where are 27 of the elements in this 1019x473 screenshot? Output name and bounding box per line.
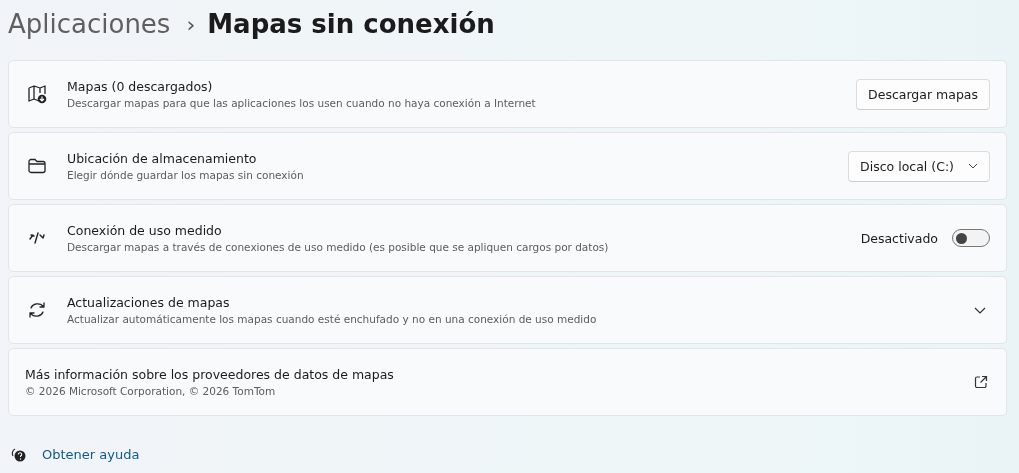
setting-title: Ubicación de almacenamiento bbox=[67, 151, 258, 166]
setting-description: Descargar mapas para que las aplicaciones los usen cuando no haya conexión a Internet bbox=[67, 97, 537, 109]
setting-description: © 2026 Microsoft Corporation, © 2026 TomTom bbox=[25, 385, 277, 397]
toggle-switch[interactable] bbox=[952, 229, 990, 247]
setting-title: Actualizaciones de mapas bbox=[67, 295, 231, 310]
folder-icon bbox=[27, 156, 47, 176]
setting-title: Mapas (0 descargados) bbox=[67, 79, 214, 94]
breadcrumb-separator: › bbox=[186, 11, 196, 37]
external-link-icon[interactable] bbox=[974, 375, 988, 389]
chevron-down-icon[interactable] bbox=[974, 306, 986, 314]
storage-dropdown[interactable]: Disco local (C:) bbox=[848, 150, 990, 182]
settings-card[interactable]: Más información sobre los proveedores de datos de mapas © 2026 Microsoft Corporation, © 2026 TomTom bbox=[8, 348, 1007, 416]
settings-card[interactable]: Actualizaciones de mapas Actualizar automáticamente los mapas cuando esté enchufado y no en una conexión de uso medido bbox=[8, 276, 1007, 344]
setting-title: Más información sobre los proveedores de datos de mapas bbox=[25, 367, 395, 382]
download-button[interactable]: Descargar mapas bbox=[856, 78, 990, 110]
setting-description: Actualizar automáticamente los mapas cuando esté enchufado y no en una conexión de uso medido bbox=[67, 313, 598, 325]
setting-description: Descargar mapas a través de conexiones de uso medido (es posible que se apliquen cargos por datos) bbox=[67, 241, 610, 253]
page-title: Mapas sin conexión bbox=[207, 9, 495, 39]
help-link[interactable]: Obtener ayuda bbox=[42, 446, 140, 462]
help-icon bbox=[10, 446, 26, 462]
setting-title: Conexión de uso medido bbox=[67, 223, 223, 238]
breadcrumb-link[interactable]: Aplicaciones bbox=[8, 9, 171, 39]
setting-description: Elegir dónde guardar los mapas sin conexión bbox=[67, 169, 305, 181]
map-icon bbox=[27, 84, 47, 104]
chevron-down-icon bbox=[968, 163, 978, 169]
toggle-state-label: Desactivado bbox=[860, 230, 938, 246]
sync-icon bbox=[27, 300, 47, 320]
